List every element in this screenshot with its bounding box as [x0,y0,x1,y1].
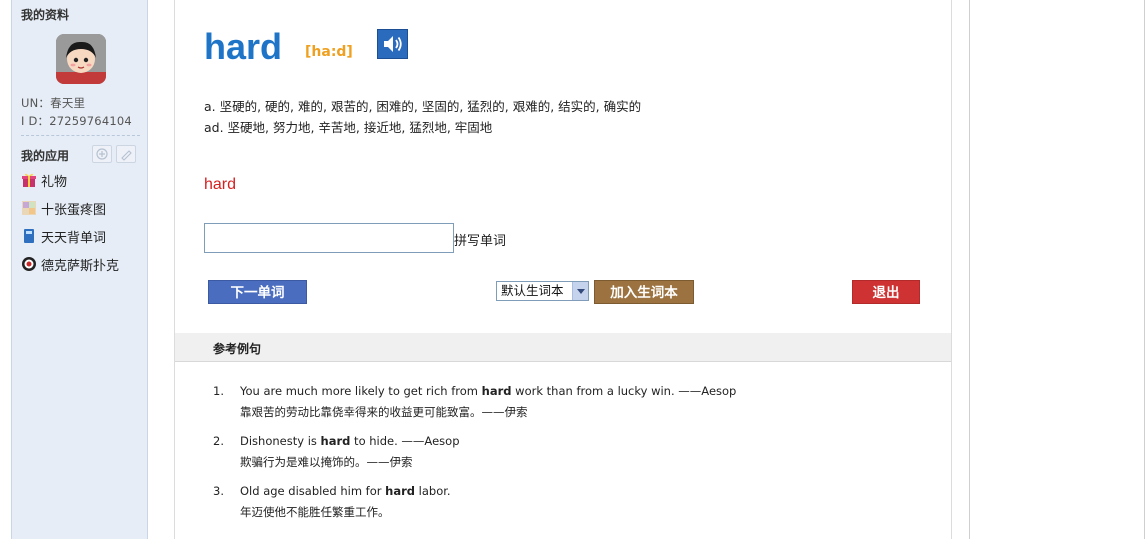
example-number: 3. [213,484,224,498]
notebook-select-value: 默认生词本 [501,283,564,298]
speaker-icon [384,36,402,52]
app-item-label: 十张蛋疼图 [41,202,107,218]
definition-adjective: a. 坚硬的, 硬的, 难的, 艰苦的, 困难的, 坚固的, 猛烈的, 艰难的,… [204,99,642,114]
left-gutter [0,0,11,539]
exit-button[interactable]: 退出 [852,280,920,304]
app-item-poker[interactable]: 德克萨斯扑克 [21,254,119,274]
example-english: You are much more likely to get rich fro… [240,384,737,398]
avatar-image [56,34,106,84]
pronounce-button[interactable] [377,29,408,59]
picture-icon [21,200,37,216]
avatar[interactable] [56,34,106,84]
apps-title: 我的应用 [21,149,70,163]
notebook-select[interactable]: 默认生词本 [496,281,589,301]
app-item-label: 德克萨斯扑克 [41,258,120,274]
phonetic: [ha:d] [305,44,353,60]
profile-title: 我的资料 [21,8,70,22]
app-item-pictures[interactable]: 十张蛋疼图 [21,198,106,218]
word-title: hard [204,26,283,67]
poker-chip-icon [21,256,37,272]
example-english: Dishonesty is hard to hide. ——Aesop [240,434,460,448]
spell-input[interactable] [204,223,454,253]
definition-adverb: ad. 坚硬地, 努力地, 辛苦地, 接近地, 猛烈地, 牢固地 [204,120,493,135]
app-item-gift[interactable]: 礼物 [21,170,67,190]
edit-apps-button[interactable] [116,145,136,163]
pencil-icon [121,150,132,161]
add-app-button[interactable] [92,145,112,163]
app-item-label: 礼物 [41,174,68,190]
add-to-notebook-button[interactable]: 加入生词本 [594,280,694,304]
plus-icon [96,148,108,160]
example-chinese: 靠艰苦的劳动比靠侥幸得来的收益更可能致富。——伊索 [240,405,528,419]
example-english: Old age disabled him for hard labor. [240,484,451,498]
example-chinese: 欺骗行为是难以掩饰的。——伊索 [240,455,413,469]
examples-title: 参考例句 [213,342,262,356]
app-item-vocab[interactable]: 天天背单词 [21,226,106,246]
app-item-label: 天天背单词 [41,230,107,246]
user-id-line: I D：27259764104 [21,114,132,128]
chevron-down-icon[interactable] [572,282,588,300]
right-panel [969,0,1145,539]
sidebar-divider [21,135,140,136]
spell-label: 拼写单词 [454,234,507,249]
next-word-button[interactable]: 下一单词 [208,280,307,304]
sidebar: 我的资料 UN：春天里 I D：27259764104 我的应用 礼物 十张蛋疼… [11,0,148,539]
example-number: 1. [213,384,224,398]
example-number: 2. [213,434,224,448]
book-icon [21,228,37,244]
examples-header: 参考例句 [175,333,951,362]
gift-icon [21,172,37,188]
quiz-word: hard [204,176,237,193]
example-chinese: 年迈使他不能胜任繁重工作。 [240,505,390,519]
main-panel: hard [ha:d] a. 坚硬的, 硬的, 难的, 艰苦的, 困难的, 坚固… [174,0,952,539]
username-line: UN：春天里 [21,96,86,110]
